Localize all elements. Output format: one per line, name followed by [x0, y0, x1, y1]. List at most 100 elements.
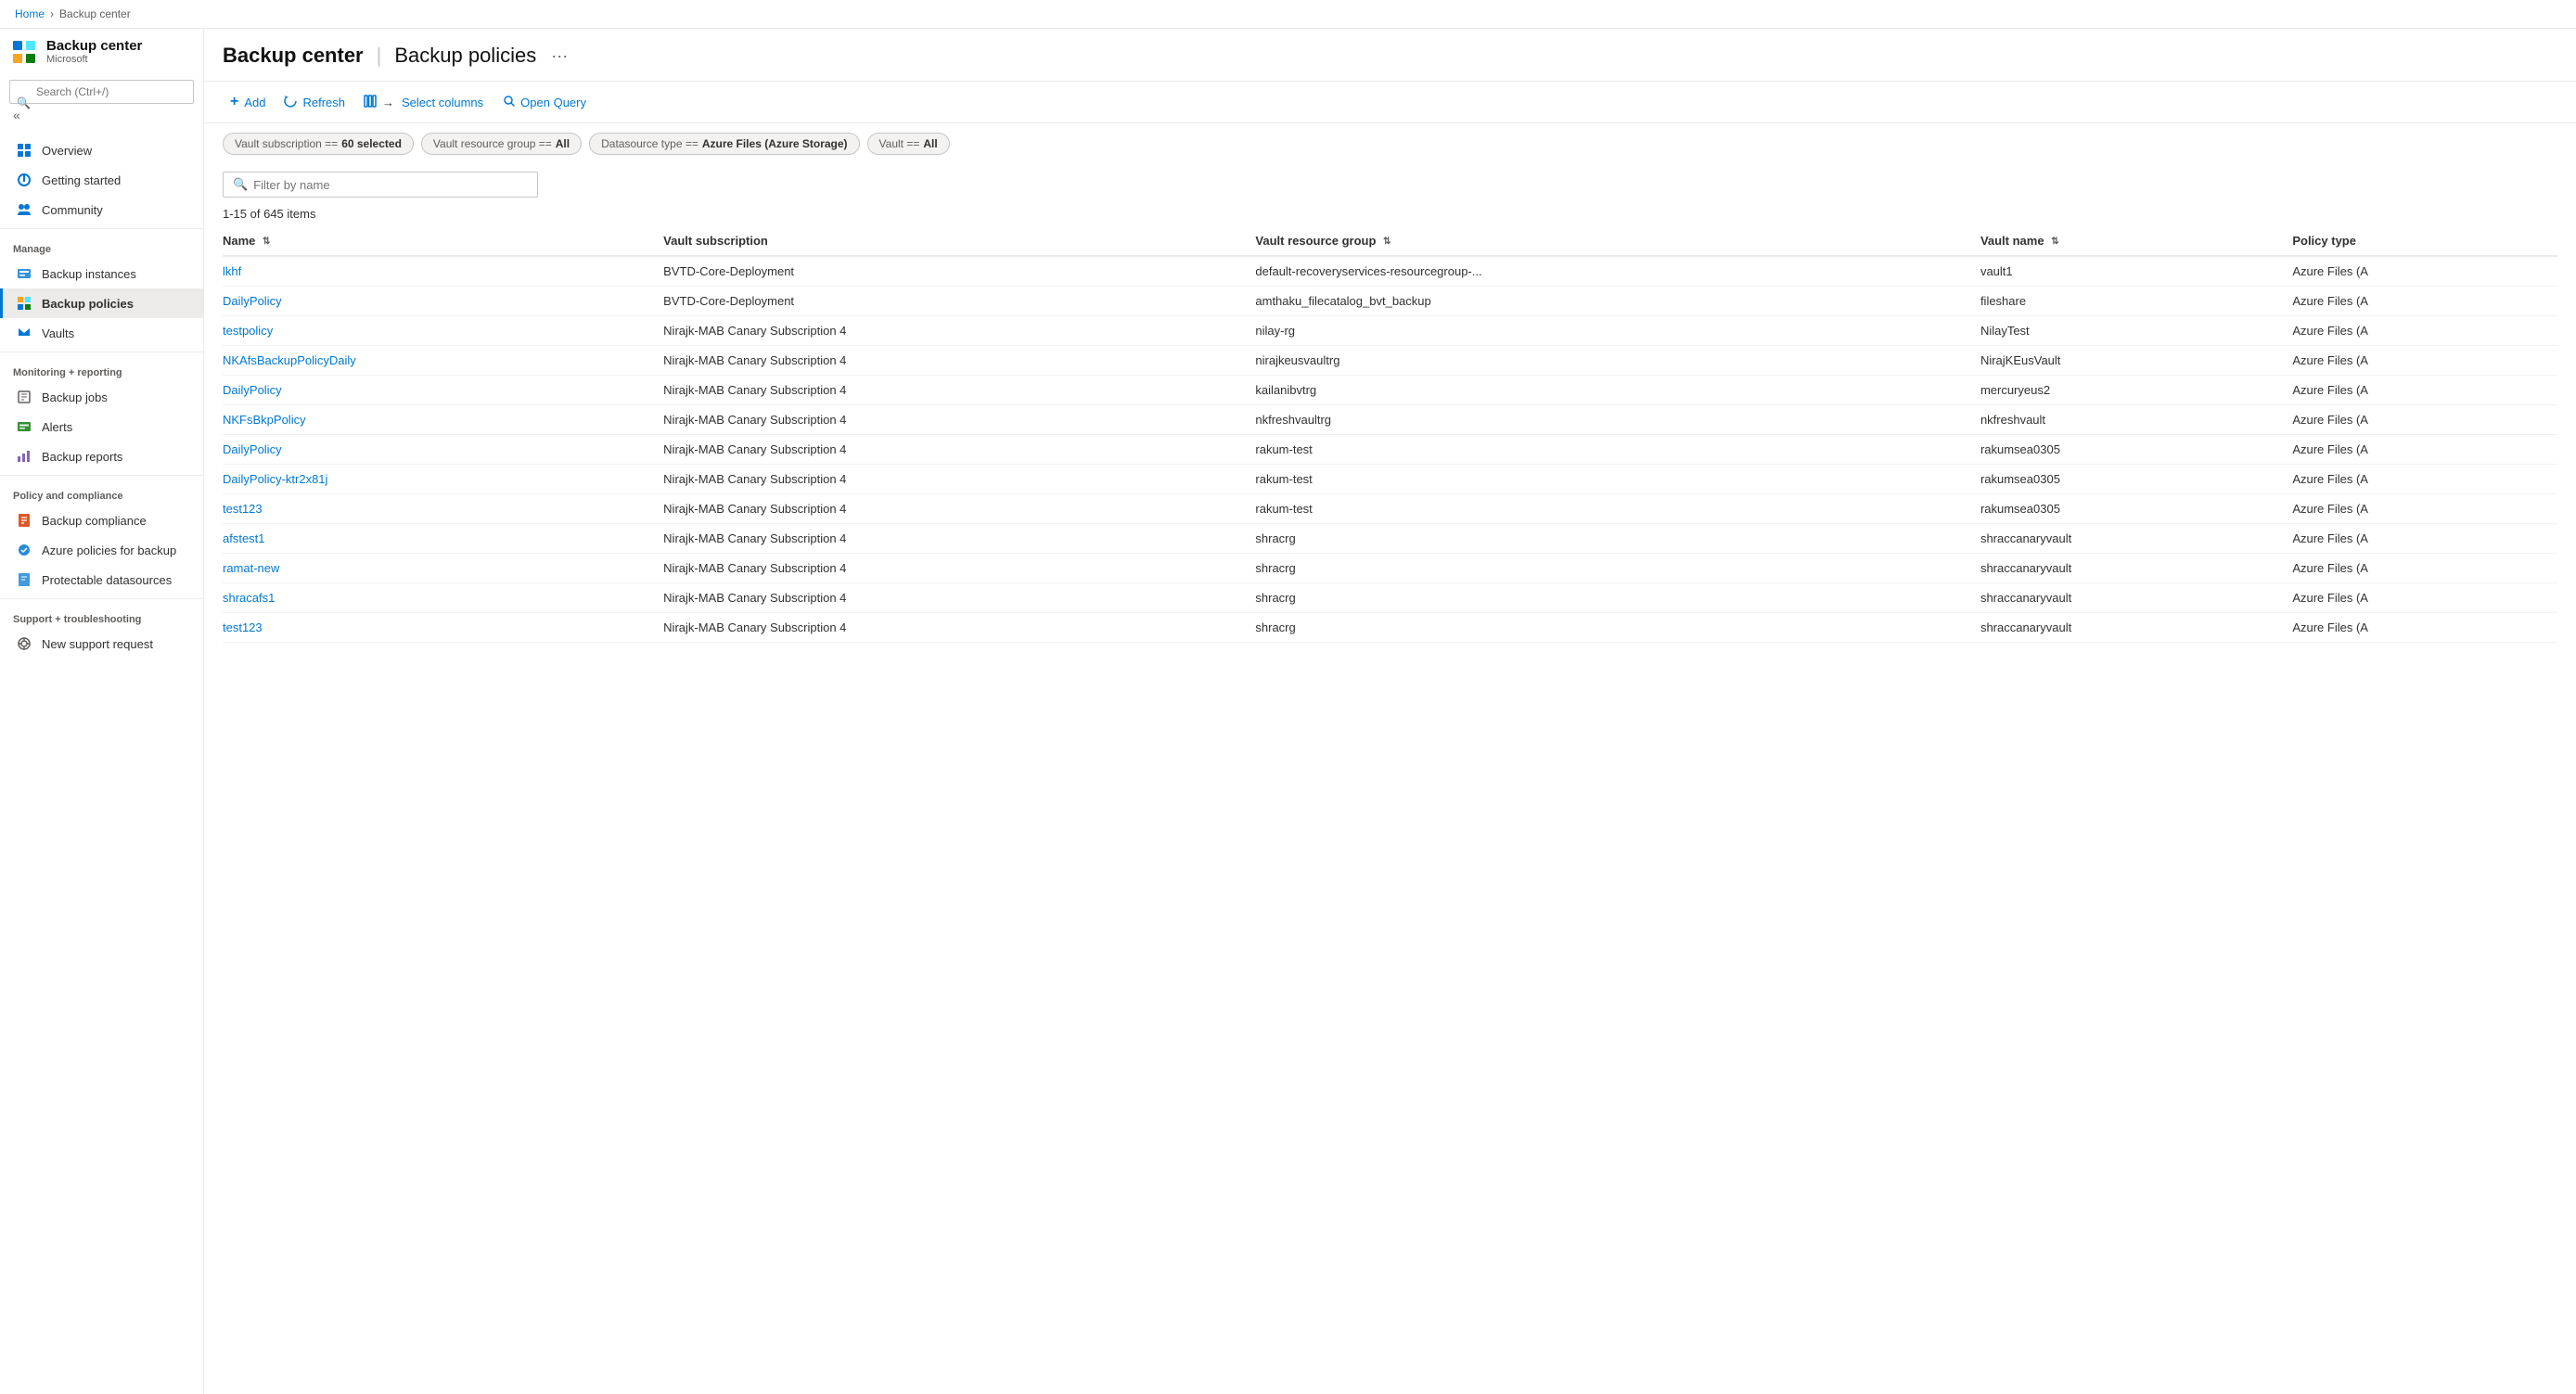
sidebar-app-subtitle: Microsoft: [46, 54, 192, 65]
sidebar-item-azure-policies[interactable]: Azure policies for backup: [0, 535, 203, 565]
table-cell: Azure Files (A: [2292, 494, 2557, 524]
table-cell: BVTD-Core-Deployment: [663, 287, 1255, 316]
table-cell: nkfreshvaultrg: [1255, 405, 1980, 435]
add-button[interactable]: + Add: [223, 89, 273, 115]
table-row[interactable]: DailyPolicyNirajk-MAB Canary Subscriptio…: [223, 435, 2557, 465]
table-row[interactable]: DailyPolicy-ktr2x81jNirajk-MAB Canary Su…: [223, 465, 2557, 494]
table-row[interactable]: NKAfsBackupPolicyDailyNirajk-MAB Canary …: [223, 346, 2557, 376]
table-column-header[interactable]: Name ⇅: [223, 226, 663, 256]
table-cell: Azure Files (A: [2292, 554, 2557, 583]
table-cell: Azure Files (A: [2292, 435, 2557, 465]
sidebar-item-backup-reports[interactable]: Backup reports: [0, 441, 203, 471]
sidebar-item-alerts-label: Alerts: [42, 420, 72, 434]
sidebar-item-community-label: Community: [42, 203, 103, 217]
table-cell: shraccanaryvault: [1980, 524, 2292, 554]
table-column-header[interactable]: Vault resource group ⇅: [1255, 226, 1980, 256]
sidebar-item-backup-instances[interactable]: Backup instances: [0, 259, 203, 288]
filter-by-name-input[interactable]: [253, 178, 528, 192]
search-input[interactable]: [9, 80, 194, 104]
table-cell: Azure Files (A: [2292, 613, 2557, 643]
breadcrumb-home[interactable]: Home: [15, 7, 45, 20]
table-cell: Azure Files (A: [2292, 287, 2557, 316]
more-options-button[interactable]: ···: [545, 45, 573, 68]
sidebar-item-alerts[interactable]: Alerts: [0, 412, 203, 441]
table-cell: DailyPolicy: [223, 376, 663, 405]
refresh-button[interactable]: Refresh: [276, 90, 352, 115]
table-cell: kailanibvtrg: [1255, 376, 1980, 405]
table-row[interactable]: DailyPolicyBVTD-Core-Deploymentamthaku_f…: [223, 287, 2557, 316]
table-cell: Nirajk-MAB Canary Subscription 4: [663, 554, 1255, 583]
table-row[interactable]: ramat-newNirajk-MAB Canary Subscription …: [223, 554, 2557, 583]
table-cell: afstest1: [223, 524, 663, 554]
filter-pill[interactable]: Vault == All: [867, 133, 950, 155]
breadcrumb: Home › Backup center: [0, 0, 2576, 29]
table-column-header[interactable]: Vault name ⇅: [1980, 226, 2292, 256]
table-cell: shraccanaryvault: [1980, 613, 2292, 643]
select-columns-button[interactable]: → Select columns: [356, 90, 491, 115]
sidebar-item-backup-compliance[interactable]: Backup compliance: [0, 505, 203, 535]
table-row[interactable]: lkhfBVTD-Core-Deploymentdefault-recovery…: [223, 256, 2557, 287]
sidebar-item-protectable[interactable]: Protectable datasources: [0, 565, 203, 595]
sort-icon[interactable]: ⇅: [263, 237, 270, 247]
table-cell: testpolicy: [223, 316, 663, 346]
table-cell: shracrg: [1255, 613, 1980, 643]
overview-icon: [16, 142, 32, 159]
sidebar-item-protectable-label: Protectable datasources: [42, 573, 172, 587]
filter-pill[interactable]: Vault resource group == All: [421, 133, 582, 155]
filter-value: All: [556, 137, 570, 150]
sort-icon[interactable]: ⇅: [1383, 237, 1391, 247]
policies-table: Name ⇅Vault subscriptionVault resource g…: [223, 226, 2557, 643]
filter-key: Vault subscription ==: [235, 137, 338, 150]
table-cell: mercuryeus2: [1980, 376, 2292, 405]
app-logo-icon: [11, 39, 37, 65]
page-title: Backup center: [223, 44, 364, 68]
table-row[interactable]: NKFsBkpPolicyNirajk-MAB Canary Subscript…: [223, 405, 2557, 435]
table-cell: amthaku_filecatalog_bvt_backup: [1255, 287, 1980, 316]
sidebar-item-vaults[interactable]: Vaults: [0, 318, 203, 348]
table-cell: Nirajk-MAB Canary Subscription 4: [663, 376, 1255, 405]
sidebar-item-overview-label: Overview: [42, 144, 92, 158]
table-cell: shracrg: [1255, 583, 1980, 613]
filter-pill[interactable]: Datasource type == Azure Files (Azure St…: [589, 133, 859, 155]
table-cell: Nirajk-MAB Canary Subscription 4: [663, 316, 1255, 346]
backup-reports-icon: [16, 448, 32, 465]
sidebar-item-backup-policies-label: Backup policies: [42, 297, 134, 311]
table-cell: test123: [223, 494, 663, 524]
table-cell: Azure Files (A: [2292, 346, 2557, 376]
table-cell: shraccanaryvault: [1980, 554, 2292, 583]
sort-icon[interactable]: ⇅: [2051, 237, 2058, 247]
table-cell: Azure Files (A: [2292, 524, 2557, 554]
sidebar-item-overview[interactable]: Overview: [0, 135, 203, 165]
table-cell: Azure Files (A: [2292, 316, 2557, 346]
search-box-icon: 🔍: [233, 177, 248, 192]
filter-pill[interactable]: Vault subscription == 60 selected: [223, 133, 414, 155]
table-row[interactable]: DailyPolicyNirajk-MAB Canary Subscriptio…: [223, 376, 2557, 405]
alerts-icon: [16, 418, 32, 435]
table-row[interactable]: testpolicyNirajk-MAB Canary Subscription…: [223, 316, 2557, 346]
new-support-icon: [16, 635, 32, 652]
main-content: Backup center | Backup policies ··· + Ad…: [204, 29, 2576, 1394]
count-row: 1-15 of 645 items: [204, 201, 2576, 226]
sidebar-item-community[interactable]: Community: [0, 195, 203, 224]
sidebar-search-container: 🔍 «: [9, 80, 194, 126]
sidebar-nav: Overview Getting started Community Manag…: [0, 132, 203, 1394]
add-label: Add: [244, 96, 265, 109]
table-row[interactable]: shracafs1Nirajk-MAB Canary Subscription …: [223, 583, 2557, 613]
table-container: Name ⇅Vault subscriptionVault resource g…: [204, 226, 2576, 1394]
sidebar-item-getting-started[interactable]: Getting started: [0, 165, 203, 195]
table-cell: DailyPolicy: [223, 435, 663, 465]
sidebar-item-new-support[interactable]: New support request: [0, 629, 203, 659]
table-cell: Azure Files (A: [2292, 405, 2557, 435]
table-cell: Nirajk-MAB Canary Subscription 4: [663, 613, 1255, 643]
vaults-icon: [16, 325, 32, 341]
sidebar-item-backup-policies[interactable]: Backup policies: [0, 288, 203, 318]
sidebar-item-backup-jobs[interactable]: Backup jobs: [0, 382, 203, 412]
table-row[interactable]: test123Nirajk-MAB Canary Subscription 4s…: [223, 613, 2557, 643]
table-row[interactable]: afstest1Nirajk-MAB Canary Subscription 4…: [223, 524, 2557, 554]
open-query-button[interactable]: Open Query: [494, 90, 594, 115]
nav-section-manage: Manage: [0, 233, 203, 259]
sidebar-item-backup-jobs-label: Backup jobs: [42, 390, 108, 404]
table-row[interactable]: test123Nirajk-MAB Canary Subscription 4r…: [223, 494, 2557, 524]
table-cell: ramat-new: [223, 554, 663, 583]
table-cell: Nirajk-MAB Canary Subscription 4: [663, 494, 1255, 524]
